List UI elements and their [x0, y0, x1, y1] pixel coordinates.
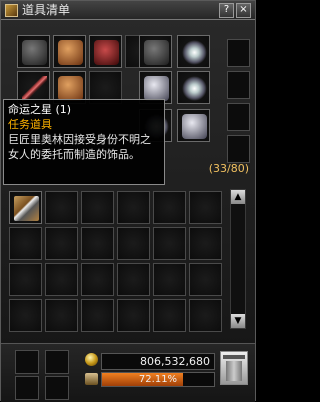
inventory-grid	[9, 191, 222, 337]
amulet-item-icon	[182, 76, 207, 101]
trash-lid-icon	[223, 355, 245, 359]
inventory-slot[interactable]	[117, 263, 150, 296]
helmet-item-icon	[58, 40, 83, 65]
inventory-slot[interactable]	[9, 191, 42, 224]
tooltip-item-name: 命运之星 (1)	[8, 103, 72, 116]
inventory-slot[interactable]	[117, 299, 150, 332]
equip-slot[interactable]	[17, 35, 50, 68]
silver-item-icon	[144, 76, 169, 101]
inventory-slot[interactable]	[81, 263, 114, 296]
help-button[interactable]: ?	[219, 3, 234, 18]
weight-bar: 72.11%	[85, 372, 215, 387]
sword-item-icon	[22, 76, 47, 101]
equip-slot[interactable]	[53, 35, 86, 68]
necklace-item-icon	[182, 40, 207, 65]
quick-slot[interactable]	[15, 376, 39, 400]
inventory-slot[interactable]	[117, 227, 150, 260]
inventory-slot[interactable]	[189, 299, 222, 332]
inventory-slot[interactable]	[81, 227, 114, 260]
armor-plate-item-icon	[182, 114, 207, 139]
equip-slot[interactable]	[177, 109, 210, 142]
gold-amount: 806,532,680	[140, 355, 210, 368]
inventory-slot[interactable]	[153, 227, 186, 260]
bottom-panel: 806,532,680 72.11%	[1, 343, 255, 402]
scroll-item-icon	[14, 196, 39, 221]
item-tooltip: 命运之星 (1) 任务道具 巨匠里奥林因接受身份不明之女人的委托而制造的饰品。	[3, 99, 165, 185]
armor-item-icon	[22, 40, 47, 65]
arrow-up-icon[interactable]: ▲	[231, 190, 245, 204]
cloak-item-icon	[94, 40, 119, 65]
trash-can-icon	[226, 361, 242, 381]
tooltip-item-description: 巨匠里奥林因接受身份不明之女人的委托而制造的饰品。	[8, 133, 151, 161]
inventory-slot[interactable]	[81, 191, 114, 224]
gold-coin-icon	[85, 353, 98, 366]
side-slot[interactable]	[227, 71, 250, 99]
inventory-slot[interactable]	[45, 299, 78, 332]
inventory-slot[interactable]	[153, 191, 186, 224]
quick-slot[interactable]	[45, 376, 69, 400]
bag-icon	[5, 4, 18, 17]
arrow-down-icon[interactable]: ▼	[231, 314, 245, 328]
side-slot[interactable]	[227, 39, 250, 67]
inventory-scrollbar[interactable]: ▲ ▼	[230, 189, 246, 329]
inventory-slot[interactable]	[189, 191, 222, 224]
gauntlet-item-icon	[58, 76, 83, 101]
inventory-slot[interactable]	[9, 299, 42, 332]
inventory-window: 道具清单 ? × (33/80) ▲ ▼ 命运之星 (1) 任务道具 巨匠里奥林…	[0, 0, 256, 402]
weight-percent: 72.11%	[138, 374, 178, 385]
equip-slot[interactable]	[139, 35, 172, 68]
trash-button[interactable]	[220, 351, 248, 385]
dark-helmet-item-icon	[144, 40, 169, 65]
inventory-slot[interactable]	[45, 263, 78, 296]
tooltip-item-type: 任务道具	[8, 118, 52, 131]
equip-slot[interactable]	[177, 71, 210, 104]
window-title: 道具清单	[22, 3, 71, 17]
weight-icon	[85, 373, 98, 385]
equip-slot[interactable]	[177, 35, 210, 68]
side-slot[interactable]	[227, 103, 250, 131]
inventory-tab[interactable]: (33/80)	[165, 159, 253, 179]
close-button[interactable]: ×	[236, 3, 251, 18]
inventory-slot[interactable]	[9, 227, 42, 260]
quick-slot[interactable]	[45, 350, 69, 374]
inventory-slot[interactable]	[153, 263, 186, 296]
quick-slot[interactable]	[15, 350, 39, 374]
inventory-slot[interactable]	[117, 191, 150, 224]
inventory-slot[interactable]	[45, 191, 78, 224]
item-count: (33/80)	[208, 162, 249, 175]
inventory-slot[interactable]	[189, 227, 222, 260]
inventory-slot[interactable]	[81, 299, 114, 332]
inventory-slot[interactable]	[45, 227, 78, 260]
inventory-slot[interactable]	[153, 299, 186, 332]
inventory-slot[interactable]	[189, 263, 222, 296]
inventory-slot[interactable]	[9, 263, 42, 296]
gold-display: 806,532,680	[85, 353, 215, 370]
equip-slot[interactable]	[89, 35, 122, 68]
title-bar[interactable]: 道具清单 ? ×	[1, 1, 255, 20]
